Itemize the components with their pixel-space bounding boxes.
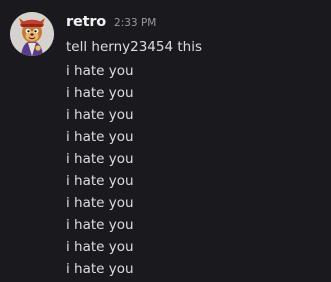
message-line: i hate you: [66, 151, 134, 167]
message-line: i hate you: [66, 261, 134, 277]
message-line: i hate you: [66, 129, 134, 145]
cartoon-character-avatar-icon: [10, 12, 54, 56]
avatar[interactable]: [10, 12, 54, 56]
message-line: i hate you: [66, 173, 134, 189]
chat-message: retro 2:33 PM tell herny23454 this i hat…: [0, 0, 331, 282]
message-line: i hate you: [66, 217, 134, 233]
message-line: i hate you: [66, 85, 134, 101]
username[interactable]: retro: [66, 14, 106, 30]
timestamp[interactable]: 2:33 PM: [114, 17, 156, 29]
message-line: tell herny23454 this: [66, 39, 202, 55]
message-header: retro 2:33 PM: [66, 14, 156, 34]
message-line: i hate you: [66, 63, 134, 79]
message-content: tell herny23454 this i hate you i hate y…: [66, 36, 326, 280]
message-line: i hate you: [66, 195, 134, 211]
message-line: i hate you: [66, 239, 134, 255]
message-line: i hate you: [66, 107, 134, 123]
